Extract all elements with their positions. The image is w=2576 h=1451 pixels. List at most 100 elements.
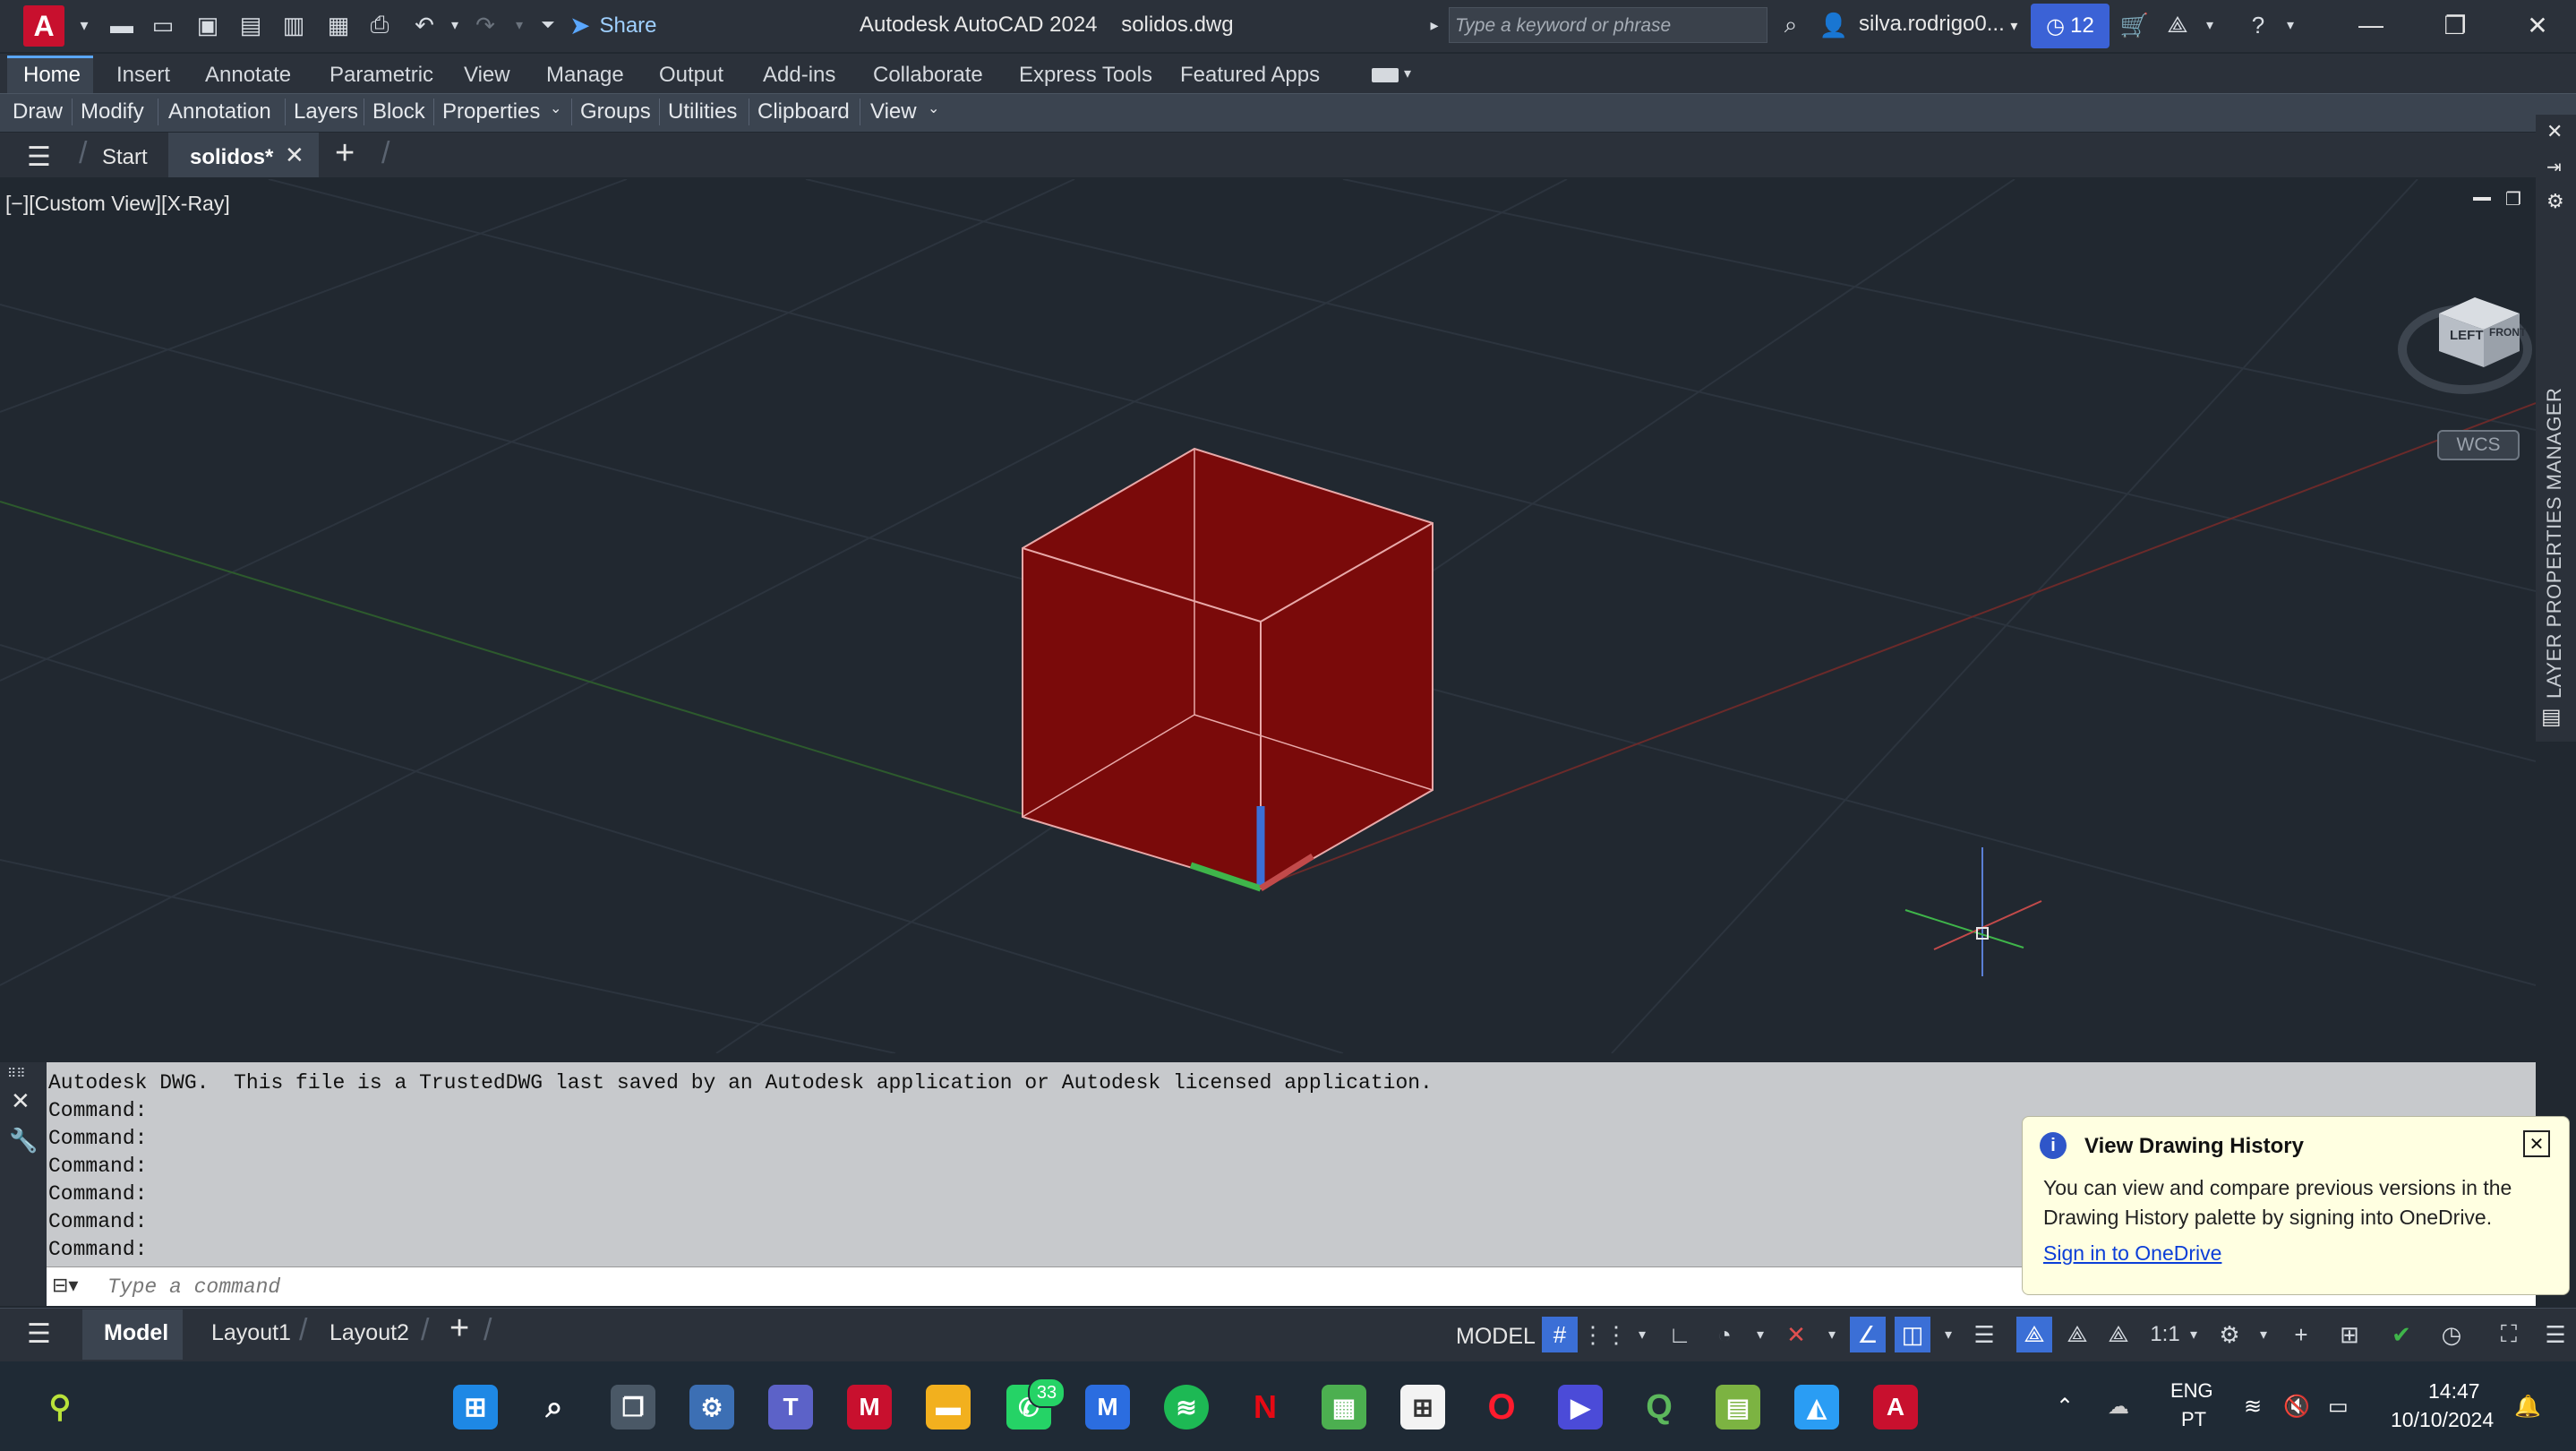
customize-quick-access-icon[interactable]: ⏷ bbox=[532, 9, 564, 41]
clock-time[interactable]: 14:47 bbox=[2428, 1379, 2480, 1404]
ribbon-minimize-icon[interactable] bbox=[1372, 68, 1399, 82]
qgis-app-icon[interactable]: Q bbox=[1637, 1385, 1682, 1430]
redo-dropdown-icon[interactable]: ▾ bbox=[503, 9, 535, 41]
viewport-minimize-icon[interactable] bbox=[2473, 197, 2491, 201]
opera-app-icon[interactable]: O bbox=[1479, 1385, 1524, 1430]
paint-app-icon[interactable]: ◭ bbox=[1794, 1385, 1839, 1430]
help-dropdown-icon[interactable]: ▾ bbox=[2274, 9, 2306, 41]
wifi-icon[interactable]: ≋ bbox=[2244, 1394, 2262, 1420]
panel-draw[interactable]: Draw bbox=[13, 99, 63, 124]
new-file-icon[interactable]: ▬ bbox=[106, 9, 138, 41]
tab-add-ins[interactable]: Add-ins bbox=[763, 63, 835, 88]
user-icon[interactable]: 👤 bbox=[1818, 9, 1850, 41]
open-folder-icon[interactable]: ▭ bbox=[147, 9, 179, 41]
tab-insert[interactable]: Insert bbox=[116, 63, 170, 88]
minimize-button[interactable]: — bbox=[2344, 7, 2398, 43]
viewcube-left-face[interactable]: LEFT bbox=[2450, 328, 2484, 343]
grid-display-icon[interactable]: # bbox=[1542, 1317, 1578, 1352]
clock-date[interactable]: 10/10/2024 bbox=[2391, 1408, 2494, 1432]
palette-settings-icon[interactable]: ⚙ bbox=[2546, 190, 2564, 213]
clean-screen-icon[interactable]: ⛶ bbox=[2491, 1317, 2527, 1352]
spotify-app-icon[interactable]: ≋ bbox=[1164, 1385, 1209, 1430]
panel-clipboard[interactable]: Clipboard bbox=[757, 99, 850, 124]
drawing-history-icon[interactable]: ◷ bbox=[2434, 1317, 2469, 1352]
panel-view[interactable]: View bbox=[870, 99, 917, 124]
help-icon[interactable]: ? bbox=[2242, 9, 2274, 41]
drawing-viewport[interactable] bbox=[0, 178, 2537, 1054]
command-close-icon[interactable]: ✕ bbox=[11, 1087, 30, 1115]
object-snap-dropdown-icon[interactable]: ▾ bbox=[1930, 1317, 1966, 1352]
tab-collaborate[interactable]: Collaborate bbox=[873, 63, 983, 88]
hardware-acceleration-icon[interactable]: ✔ bbox=[2383, 1317, 2419, 1352]
snap-dropdown-icon[interactable]: ▾ bbox=[1624, 1317, 1660, 1352]
teams-app-icon[interactable]: T bbox=[768, 1385, 813, 1430]
file-tab-start[interactable]: Start bbox=[102, 145, 148, 170]
grip-icon[interactable]: ⠿⠿ bbox=[7, 1066, 26, 1081]
close-tab-icon[interactable]: ✕ bbox=[285, 142, 304, 169]
red-cube-solid[interactable] bbox=[1022, 447, 1433, 890]
auto-scale-icon[interactable]: ⟁ bbox=[2059, 1317, 2095, 1352]
command-prompt-icon[interactable]: ⊟▾ bbox=[52, 1274, 78, 1297]
ortho-mode-icon[interactable]: ∟ bbox=[1662, 1317, 1698, 1352]
search-input[interactable]: Type a keyword or phrase bbox=[1449, 7, 1767, 43]
customization-menu-icon[interactable]: ☰ bbox=[2537, 1317, 2573, 1352]
netflix-app-icon[interactable]: N bbox=[1243, 1385, 1288, 1430]
wcs-menu[interactable]: WCS bbox=[2437, 430, 2520, 460]
osnap-dropdown-icon[interactable]: ▾ bbox=[1814, 1317, 1850, 1352]
annotation-visibility-icon[interactable]: ⟁ bbox=[2016, 1317, 2052, 1352]
store-app-icon[interactable]: ⊞ bbox=[1400, 1385, 1445, 1430]
polar-tracking-icon[interactable]: ◔ bbox=[1707, 1317, 1742, 1352]
plot-icon[interactable]: ⎙ bbox=[364, 9, 396, 41]
app-dropdown-icon[interactable]: ▾ bbox=[2194, 9, 2226, 41]
media-app-icon[interactable]: ▶ bbox=[1558, 1385, 1603, 1430]
annotation-monitor-icon[interactable]: + bbox=[2283, 1317, 2319, 1352]
layout-tab-layout2[interactable]: Layout2 bbox=[329, 1320, 409, 1346]
tab-parametric[interactable]: Parametric bbox=[329, 63, 433, 88]
layer-properties-manager-title[interactable]: LAYER PROPERTIES MANAGER bbox=[2543, 388, 2566, 699]
file-explorer-icon[interactable]: ▬ bbox=[926, 1385, 971, 1430]
notification-close-button[interactable]: ✕ bbox=[2523, 1130, 2550, 1157]
dynamic-ucs-icon[interactable]: ∠ bbox=[1850, 1317, 1886, 1352]
palette-close-icon[interactable]: ✕ bbox=[2546, 120, 2563, 143]
share-button[interactable]: ➤ Share bbox=[569, 11, 657, 40]
layout-tab-layout1[interactable]: Layout1 bbox=[211, 1320, 291, 1346]
panel-groups[interactable]: Groups bbox=[580, 99, 651, 124]
tab-manage[interactable]: Manage bbox=[546, 63, 624, 88]
autocad-taskbar-icon[interactable]: A bbox=[1873, 1385, 1918, 1430]
save-as-icon[interactable]: ▤ bbox=[235, 9, 267, 41]
customize-wrench-icon[interactable]: 🔧 bbox=[9, 1127, 38, 1155]
sign-in-onedrive-link[interactable]: Sign in to OneDrive bbox=[2043, 1241, 2221, 1266]
taskbar-search-icon[interactable]: ⌕ bbox=[532, 1385, 577, 1430]
task-view-icon[interactable]: ❐ bbox=[611, 1385, 655, 1430]
notification-bell-icon[interactable]: 🔔 bbox=[2514, 1394, 2541, 1420]
undo-icon[interactable]: ↶ bbox=[408, 9, 441, 41]
trial-days-button[interactable]: ◷ 12 bbox=[2031, 4, 2110, 48]
panel-expand-icon[interactable]: ⌄ bbox=[550, 99, 561, 117]
model-space-toggle[interactable]: MODEL bbox=[1456, 1324, 1536, 1350]
panel-block[interactable]: Block bbox=[372, 99, 425, 124]
panel-modify[interactable]: Modify bbox=[81, 99, 144, 124]
battery-icon[interactable]: ▭ bbox=[2328, 1394, 2349, 1420]
app-menu-chevron-icon[interactable]: ▾ bbox=[68, 9, 100, 41]
app-tile-icon[interactable]: M bbox=[1085, 1385, 1130, 1430]
viewport-restore-icon[interactable]: ❐ bbox=[2505, 188, 2521, 210]
user-account-menu[interactable]: silva.rodrigo0... ▾ bbox=[1859, 12, 2017, 37]
hamburger-menu-icon[interactable]: ☰ bbox=[27, 142, 51, 173]
input-language[interactable]: ENG bbox=[2170, 1379, 2213, 1403]
layer-properties-icon[interactable]: ▤ bbox=[2541, 704, 2562, 730]
annotation-scale-icon[interactable]: ⟁ bbox=[2101, 1317, 2136, 1352]
search-expand-icon[interactable]: ▸ bbox=[1418, 9, 1451, 41]
isolate-objects-icon[interactable]: ⊞ bbox=[2332, 1317, 2367, 1352]
panel-layers[interactable]: Layers bbox=[294, 99, 358, 124]
undo-dropdown-icon[interactable]: ▾ bbox=[439, 9, 471, 41]
map-app-icon[interactable]: ▤ bbox=[1716, 1385, 1760, 1430]
publish-icon[interactable]: ▥ bbox=[278, 9, 310, 41]
tab-express-tools[interactable]: Express Tools bbox=[1019, 63, 1152, 88]
object-snap-icon[interactable]: ◫ bbox=[1895, 1317, 1930, 1352]
settings-app-icon[interactable]: ⚙ bbox=[689, 1385, 734, 1430]
layout-tab-model[interactable]: Model bbox=[104, 1320, 168, 1346]
autocad-logo-icon[interactable]: A bbox=[23, 5, 64, 47]
panel-expand-icon[interactable]: ⌄ bbox=[928, 99, 939, 117]
cart-icon[interactable]: 🛒 bbox=[2118, 9, 2151, 41]
workspace-dropdown-icon[interactable]: ▾ bbox=[2246, 1317, 2281, 1352]
